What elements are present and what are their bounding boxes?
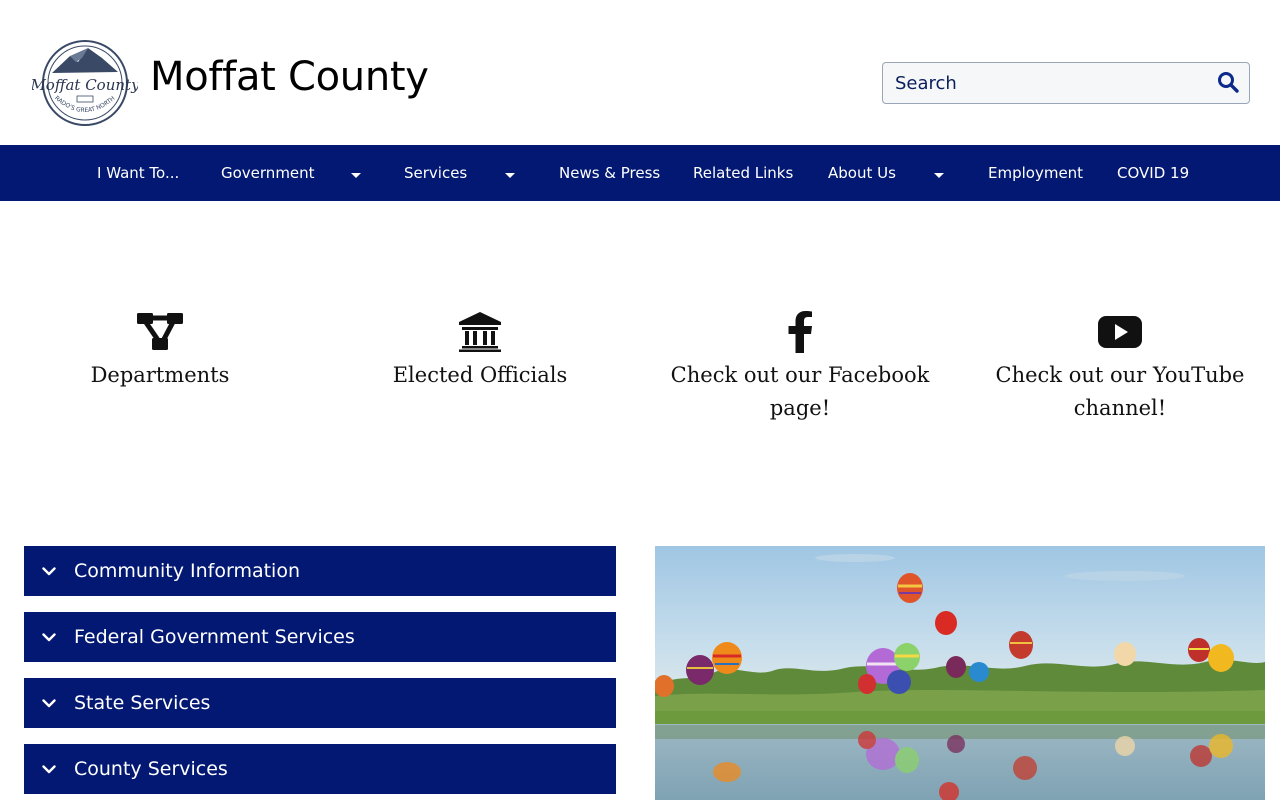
nav-item-government[interactable]: Government [221, 145, 315, 201]
accordion-label: State Services [74, 692, 211, 714]
accordion-label: County Services [74, 758, 228, 780]
quick-link-elected-officials[interactable]: Elected Officials [320, 305, 640, 392]
search-icon [1217, 71, 1239, 97]
courthouse-icon [320, 305, 640, 359]
accordion-state-services[interactable]: State Services [24, 678, 616, 728]
nav-item-related-links[interactable]: Related Links [693, 145, 793, 201]
chevron-down-icon [24, 612, 74, 662]
quick-link-label: Check out our YouTube channel! [995, 363, 1245, 420]
accordion-community-information[interactable]: Community Information [24, 546, 616, 596]
chevron-down-icon [24, 744, 74, 794]
quick-link-facebook[interactable]: Check out our Facebook page! [640, 305, 960, 425]
quick-link-departments[interactable]: Departments [0, 305, 320, 392]
nav-item-news-press[interactable]: News & Press [559, 145, 660, 201]
search-box [882, 62, 1250, 104]
quick-link-youtube[interactable]: Check out our YouTube channel! [960, 305, 1280, 425]
site-header: Moffat County COLORADO'S GREAT NORTHWEST… [0, 0, 1280, 145]
accordion-label: Community Information [74, 560, 300, 582]
accordion-label: Federal Government Services [74, 626, 355, 648]
nav-item-employment[interactable]: Employment [988, 145, 1083, 201]
search-input[interactable] [883, 63, 1203, 103]
accordion-county-services[interactable]: County Services [24, 744, 616, 794]
quick-link-label: Elected Officials [392, 363, 568, 387]
quick-link-label: Check out our Facebook page! [670, 363, 930, 420]
nav-item-services[interactable]: Services [404, 145, 467, 201]
caret-down-icon [504, 164, 516, 183]
chevron-down-icon [24, 678, 74, 728]
nav-services-dropdown-toggle[interactable] [500, 145, 520, 201]
sitemap-icon [0, 305, 320, 359]
logo-wordmark: Moffat County [32, 76, 138, 94]
nav-item-i-want-to[interactable]: I Want To... [97, 145, 179, 201]
nav-item-about-us[interactable]: About Us [828, 145, 896, 201]
facebook-icon [640, 305, 960, 359]
nav-government-dropdown-toggle[interactable] [346, 145, 366, 201]
nav-about-us-dropdown-toggle[interactable] [929, 145, 949, 201]
quick-link-label: Departments [90, 363, 230, 387]
nav-item-covid-19[interactable]: COVID 19 [1117, 145, 1189, 201]
main-nav: I Want To... Government Services News & … [0, 145, 1280, 201]
chevron-down-icon [24, 546, 74, 596]
hot-air-balloons-photo [655, 546, 1265, 800]
search-button[interactable] [1215, 71, 1241, 97]
caret-down-icon [350, 164, 362, 183]
county-logo[interactable]: Moffat County COLORADO'S GREAT NORTHWEST [29, 33, 140, 128]
caret-down-icon [933, 164, 945, 183]
accordion-federal-government-services[interactable]: Federal Government Services [24, 612, 616, 662]
site-title[interactable]: Moffat County [150, 54, 429, 100]
youtube-icon [960, 305, 1280, 359]
